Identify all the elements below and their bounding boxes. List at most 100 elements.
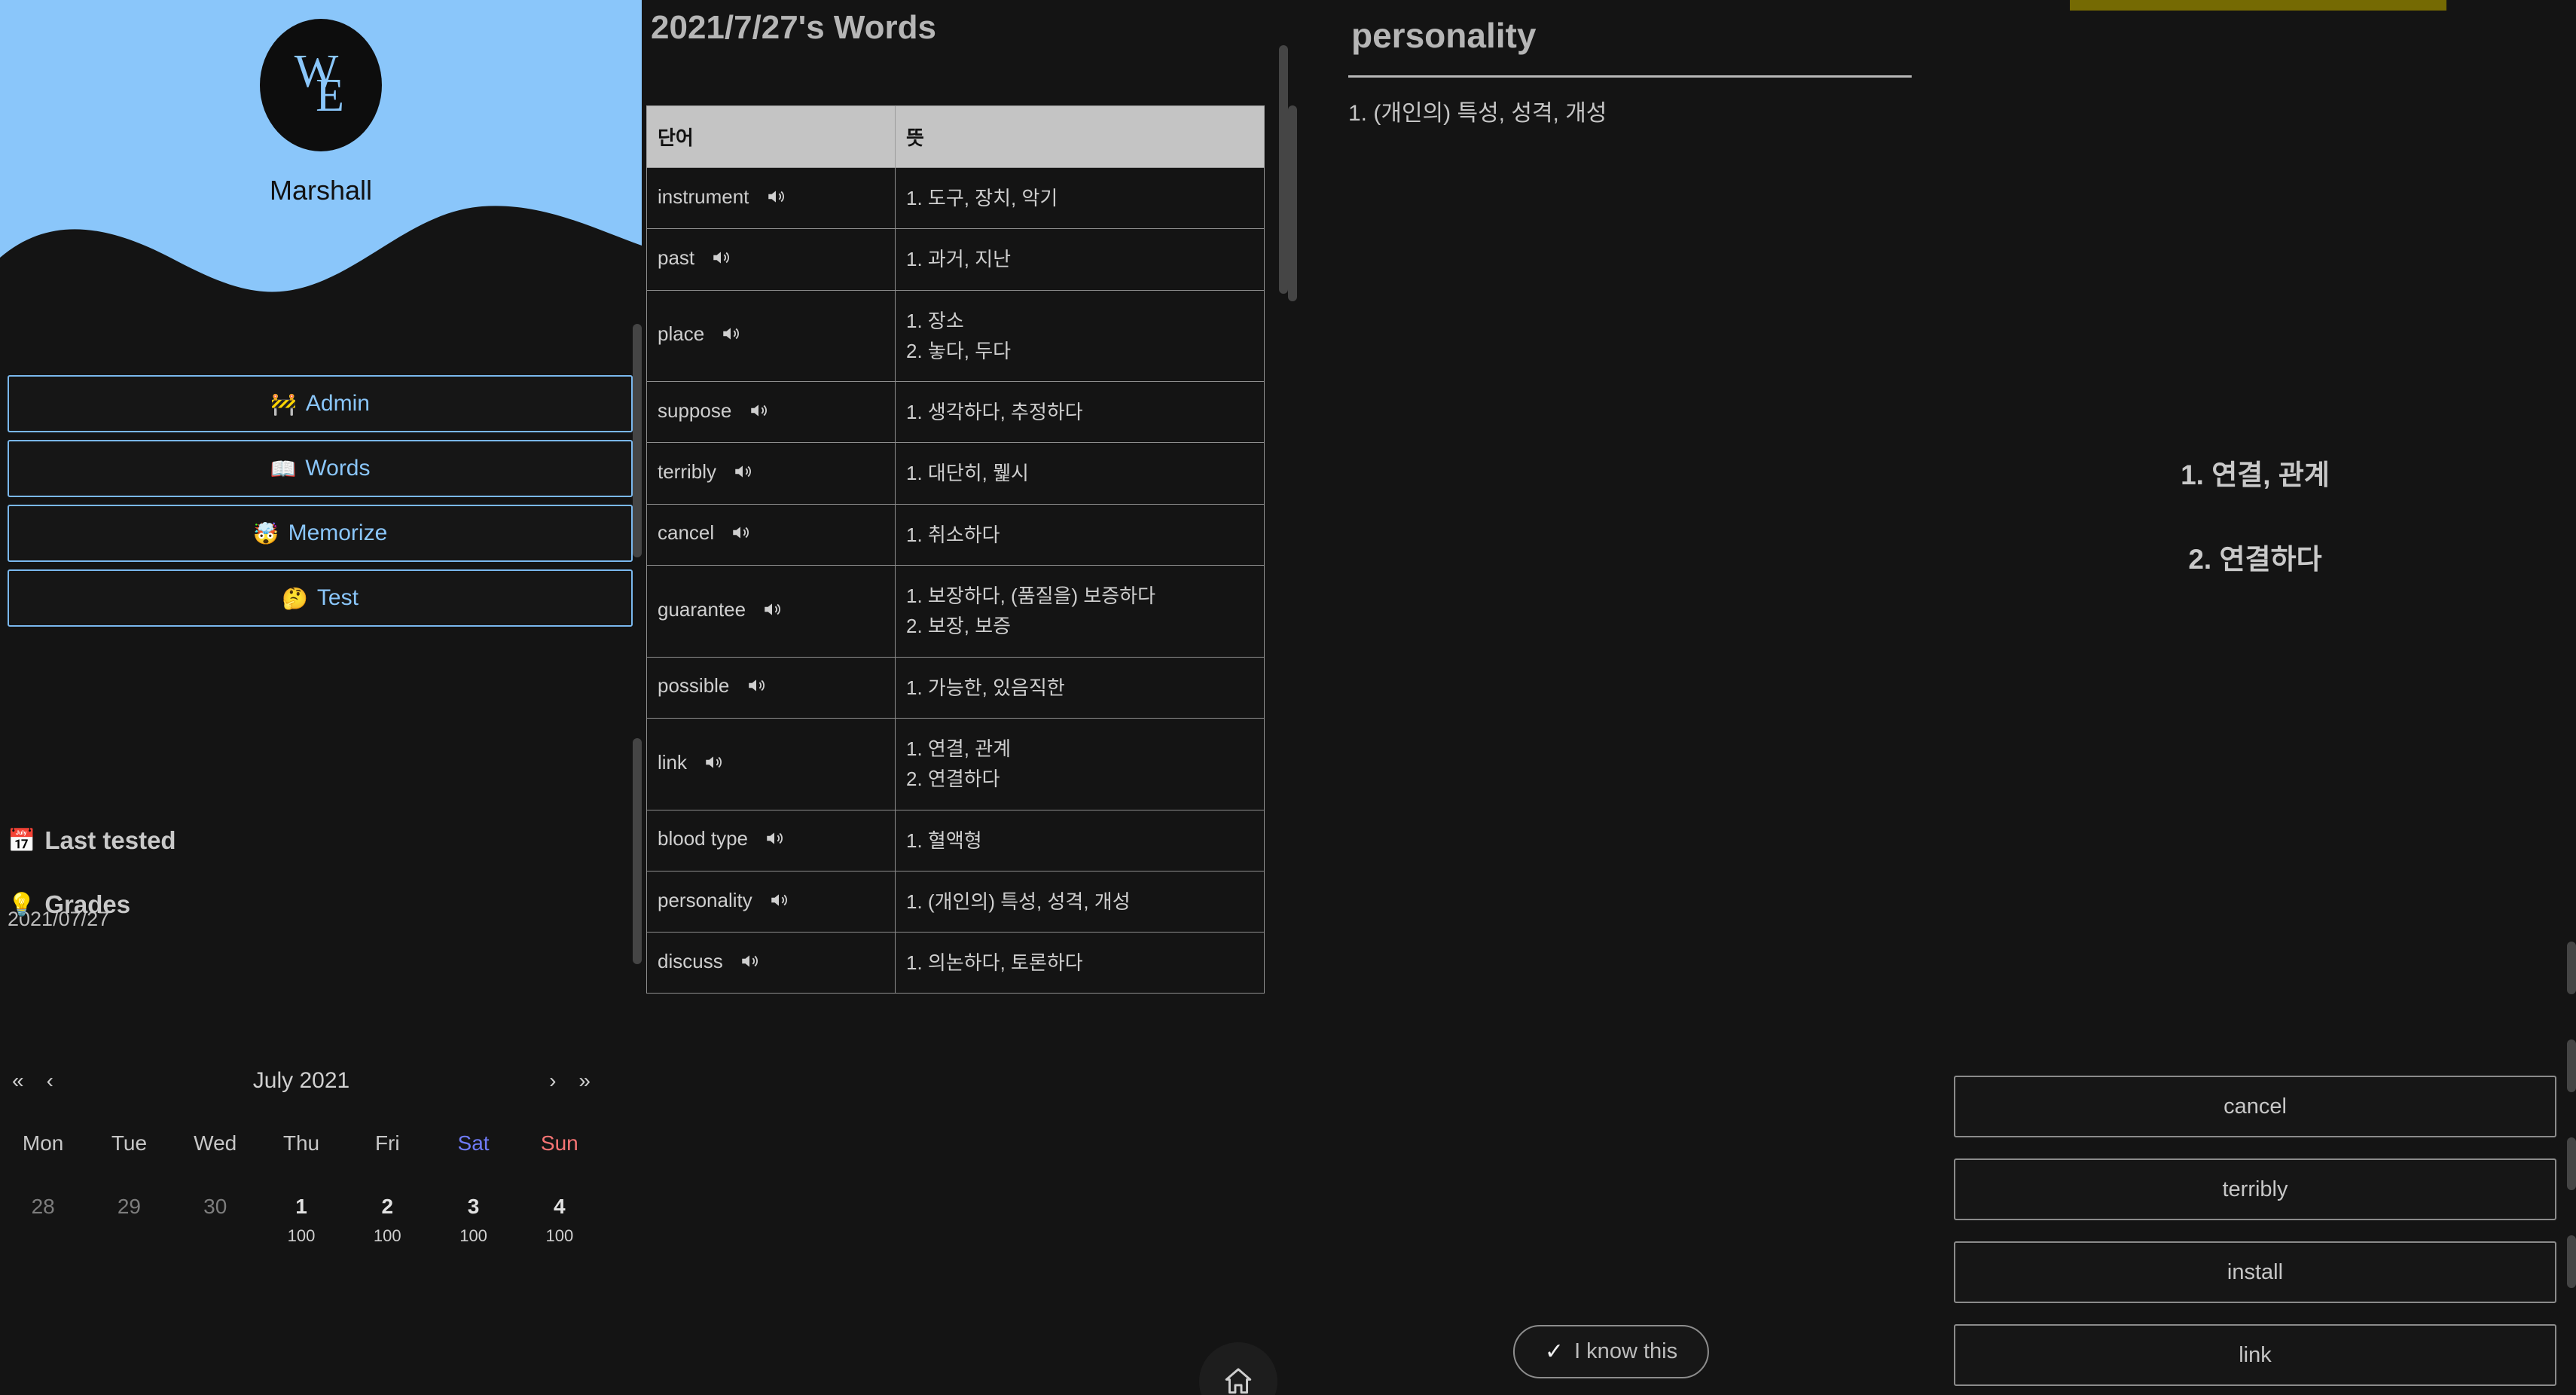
word-text: blood type [658,827,748,850]
calendar-day-score [172,1226,258,1244]
word-cell[interactable]: guarantee [646,565,896,658]
word-cell[interactable]: instrument [646,166,896,230]
word-text: instrument [658,185,749,208]
table-row[interactable]: blood type 1. 혈액형 [646,809,1265,871]
calendar-day-cell[interactable]: 2 100 [344,1160,430,1245]
meaning-line: 1. 대단히, 뭹시 [906,462,1029,485]
wave-divider [0,206,642,316]
meaning-line: 1. 과거, 지난 [906,248,1012,271]
speaker-icon[interactable] [720,324,741,349]
calendar-last-year-button[interactable]: » [578,1069,591,1093]
sidebar-item-words[interactable]: 📖 Words [8,440,633,497]
sidebar-item-test[interactable]: 🤔 Test [8,569,633,627]
calendar-day-score: 100 [545,1226,574,1245]
quiz-choice-link[interactable]: link [1954,1324,2556,1386]
home-button[interactable] [1199,1342,1277,1395]
word-text: suppose [658,398,732,422]
speaker-icon[interactable] [703,752,724,777]
app-logo: W E [260,19,382,151]
last-tested-heading: 📅 Last tested [8,826,176,855]
calendar-day-cell[interactable]: 28 [0,1160,86,1244]
table-row[interactable]: instrument 1. 도구, 장치, 악기 [646,166,1265,230]
sidebar-item-memorize[interactable]: 🤯 Memorize [8,505,633,562]
quiz-choice-terribly[interactable]: terribly [1954,1158,2556,1220]
calendar-day-number: 4 [554,1195,566,1218]
word-detail-panel: personality 1. (개인의) 특성, 성격, 개성 ✓ I know… [1288,0,1934,1395]
calendar-day-cell[interactable]: 4 100 [517,1160,603,1245]
quiz-panel-scrollbar[interactable] [2567,0,2576,1395]
calendar-dow-fri: Fri [374,1131,400,1155]
quiz-choice-install[interactable]: install [1954,1241,2556,1303]
words-panel-scrollbar[interactable] [1279,0,1288,1395]
meaning-line: 1. (개인의) 특성, 성격, 개성 [906,890,1131,913]
word-cell[interactable]: past [646,228,896,291]
table-row[interactable]: link 1. 연결, 관계 2. 연결하다 [646,717,1265,810]
speaker-icon[interactable] [746,676,767,701]
table-row[interactable]: terribly 1. 대단히, 뭹시 [646,442,1265,505]
quiz-choice-cancel[interactable]: cancel [1954,1076,2556,1137]
calendar-day-score [0,1226,86,1244]
word-cell[interactable]: cancel [646,503,896,566]
meaning-line: 2. 보장, 보증 [906,615,1012,638]
speaker-icon[interactable] [748,401,769,426]
calendar-first-year-button[interactable]: « [12,1069,24,1093]
meaning-cell: 1. 혈액형 [895,809,1265,871]
calendar-day-cell[interactable]: 1 100 [258,1160,344,1245]
word-cell[interactable]: suppose [646,381,896,444]
calendar-day-cell[interactable]: 30 [172,1160,258,1244]
meaning-line: 1. 보장하다, (품질을) 보증하다 [906,585,1156,608]
speaker-icon[interactable] [762,600,783,624]
detail-panel-scrollbar[interactable] [1288,0,1297,1395]
speaker-icon[interactable] [739,951,760,976]
table-row[interactable]: discuss 1. 의논하다, 토론하다 [646,932,1265,994]
word-cell[interactable]: blood type [646,809,896,871]
calendar-day-number: 29 [117,1195,141,1218]
table-row[interactable]: suppose 1. 생각하다, 추정하다 [646,381,1265,444]
quiz-progress-track [1934,0,2576,11]
speaker-icon[interactable] [730,523,751,548]
calendar-dow-sun: Sun [540,1131,578,1155]
words-panel-title: 2021/7/27's Words [651,9,936,46]
calendar-day-number: 30 [203,1195,227,1218]
quiz-choice-list: cancel terribly install link [1954,1076,2556,1386]
table-row[interactable]: place 1. 장소 2. 놓다, 두다 [646,289,1265,383]
meaning-cell: 1. (개인의) 특성, 성격, 개성 [895,870,1265,933]
word-cell[interactable]: discuss [646,932,896,994]
last-tested-label: Last tested [44,826,176,854]
calendar-day-score: 100 [459,1226,487,1245]
word-cell[interactable]: link [646,717,896,810]
word-cell[interactable]: place [646,289,896,383]
calendar-day-cell[interactable]: 29 [86,1160,172,1244]
speaker-icon[interactable] [710,248,731,273]
speaker-icon[interactable] [764,829,785,853]
word-text: terribly [658,460,717,484]
column-header-word: 단어 [646,105,896,168]
word-cell[interactable]: personality [646,870,896,933]
speaker-icon[interactable] [765,187,786,212]
sidebar-item-admin[interactable]: 🚧 Admin [8,375,633,432]
word-cell[interactable]: terribly [646,442,896,505]
meaning-line: 1. 연결, 관계 [906,737,1012,760]
calendar-day-score: 100 [373,1226,401,1245]
calendar-day-cell[interactable]: 3 100 [430,1160,516,1245]
speaker-icon[interactable] [732,462,753,487]
table-row[interactable]: possible 1. 가능한, 있음직한 [646,656,1265,719]
open-book-icon: 📖 [270,456,297,481]
sidebar-scrollbar[interactable] [633,0,642,1395]
table-row[interactable]: personality 1. (개인의) 특성, 성격, 개성 [646,870,1265,933]
word-cell[interactable]: possible [646,656,896,719]
table-row[interactable]: past 1. 과거, 지난 [646,228,1265,291]
i-know-this-button[interactable]: ✓ I know this [1512,1325,1710,1378]
words-panel: 2021/7/27's Words 단어 뜻 instrument 1. 도구,… [642,0,1288,1395]
calendar-prev-month-button[interactable]: ‹ [47,1069,53,1093]
meaning-cell: 1. 대단히, 뭹시 [895,442,1265,505]
calendar-icon: 📅 [8,828,36,853]
word-text: cancel [658,521,715,545]
speaker-icon[interactable] [768,890,789,915]
table-row[interactable]: cancel 1. 취소하다 [646,503,1265,566]
sidebar-item-label: Memorize [288,520,388,545]
table-row[interactable]: guarantee 1. 보장하다, (품질을) 보증하다 2. 보장, 보증 [646,565,1265,658]
calendar-next-month-button[interactable]: › [549,1069,556,1093]
words-table: 단어 뜻 instrument 1. 도구, 장치, 악기 past 1. 과거… [646,105,1265,994]
word-text: personality [658,888,752,911]
